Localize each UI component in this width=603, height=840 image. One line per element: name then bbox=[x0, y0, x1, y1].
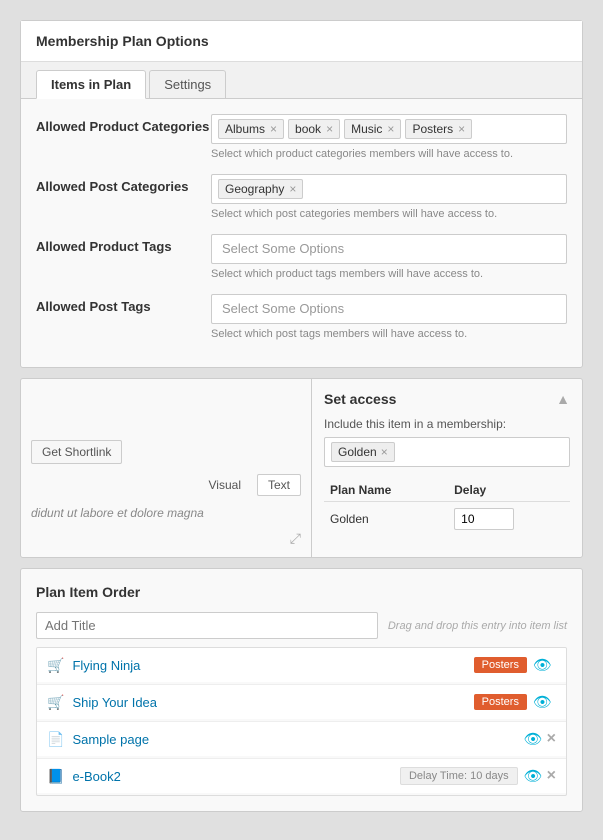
editor-content: didunt ut labore et dolore magna bbox=[31, 501, 301, 525]
remove-posters[interactable]: × bbox=[458, 123, 465, 135]
allowed-product-categories-row: Allowed Product Categories Albums × book… bbox=[36, 114, 567, 160]
tag-posters: Posters × bbox=[405, 119, 472, 139]
product-categories-tags[interactable]: Albums × book × Music × Posters × bbox=[211, 114, 567, 144]
membership-panel: Membership Plan Options Items in Plan Se… bbox=[20, 20, 583, 368]
drag-hint: Drag and drop this entry into item list bbox=[388, 620, 567, 632]
set-access-header: Set access ▲ bbox=[324, 391, 570, 407]
item-name-ebook2[interactable]: e-Book2 bbox=[72, 769, 400, 784]
allowed-post-tags-row: Allowed Post Tags Select Some Options Se… bbox=[36, 294, 567, 348]
book-icon-ebook2: 📘 bbox=[47, 768, 64, 785]
allowed-post-tags-label: Allowed Post Tags bbox=[36, 294, 211, 314]
plan-items-list: 🛒 Flying Ninja Posters 👁 🛒 Ship Your Ide… bbox=[36, 647, 567, 796]
plan-table: Plan Name Delay Golden bbox=[324, 479, 570, 536]
tab-settings[interactable]: Settings bbox=[149, 70, 226, 98]
set-access-title: Set access bbox=[324, 391, 396, 407]
allowed-product-tags-label: Allowed Product Tags bbox=[36, 234, 211, 254]
badge-posters-1: Posters bbox=[474, 657, 527, 673]
remove-albums[interactable]: × bbox=[270, 123, 277, 135]
allowed-post-categories-field: Geography × Select which post categories… bbox=[211, 174, 567, 220]
form-section: Allowed Product Categories Albums × book… bbox=[21, 99, 582, 367]
eye-icon-flying-ninja[interactable]: 👁 bbox=[533, 656, 552, 674]
tabs-bar: Items in Plan Settings bbox=[21, 62, 582, 99]
cart-icon-flying-ninja: 🛒 bbox=[47, 657, 64, 674]
remove-geography[interactable]: × bbox=[289, 183, 296, 195]
post-categories-hint: Select which post categories members wil… bbox=[211, 208, 567, 220]
eye-icon-ship-your-idea[interactable]: 👁 bbox=[533, 693, 552, 711]
allowed-product-tags-row: Allowed Product Tags Select Some Options… bbox=[36, 234, 567, 280]
post-tags-select[interactable]: Select Some Options bbox=[211, 294, 567, 324]
close-icon-ebook2[interactable]: × bbox=[547, 767, 556, 785]
expand-icon-row: ⤢ bbox=[31, 530, 301, 547]
allowed-product-tags-field: Select Some Options Select which product… bbox=[211, 234, 567, 280]
plan-order-title: Plan Item Order bbox=[36, 584, 567, 600]
list-item: 🛒 Ship Your Idea Posters 👁 bbox=[37, 684, 566, 719]
collapse-set-access-button[interactable]: ▲ bbox=[556, 391, 570, 407]
expand-editor-icon[interactable]: ⤢ bbox=[290, 530, 301, 547]
allowed-product-categories-label: Allowed Product Categories bbox=[36, 114, 211, 134]
allowed-product-categories-field: Albums × book × Music × Posters × Select… bbox=[211, 114, 567, 160]
editor-left: Get Shortlink Visual Text didunt ut labo… bbox=[21, 379, 312, 557]
remove-music[interactable]: × bbox=[387, 123, 394, 135]
tab-text[interactable]: Text bbox=[257, 474, 301, 496]
badge-posters-2: Posters bbox=[474, 694, 527, 710]
delay-badge-ebook2: Delay Time: 10 days bbox=[400, 767, 518, 785]
plan-order-panel: Plan Item Order Drag and drop this entry… bbox=[20, 568, 583, 812]
plan-name-cell: Golden bbox=[324, 502, 448, 537]
allowed-post-tags-field: Select Some Options Select which post ta… bbox=[211, 294, 567, 348]
editor-tabs: Visual Text bbox=[31, 474, 301, 496]
post-tags-hint: Select which post tags members will have… bbox=[211, 328, 567, 340]
product-tags-hint: Select which product tags members will h… bbox=[211, 268, 567, 280]
tab-items-in-plan[interactable]: Items in Plan bbox=[36, 70, 146, 99]
list-item: 📄 Sample page 👁 × bbox=[37, 721, 566, 756]
tag-geography: Geography × bbox=[218, 179, 303, 199]
table-row: Golden bbox=[324, 502, 570, 537]
item-name-flying-ninja[interactable]: Flying Ninja bbox=[72, 658, 473, 673]
allowed-post-categories-label: Allowed Post Categories bbox=[36, 174, 211, 194]
add-title-row: Drag and drop this entry into item list bbox=[36, 612, 567, 639]
add-title-input[interactable] bbox=[36, 612, 378, 639]
list-item: 📘 e-Book2 Delay Time: 10 days 👁 × bbox=[37, 758, 566, 793]
membership-tag-golden-label: Golden bbox=[338, 445, 377, 459]
membership-tags-container[interactable]: Golden × bbox=[324, 437, 570, 467]
membership-tag-golden: Golden × bbox=[331, 442, 395, 462]
item-name-ship-your-idea[interactable]: Ship Your Idea bbox=[72, 695, 473, 710]
tag-music: Music × bbox=[344, 119, 401, 139]
delay-input-golden[interactable] bbox=[454, 508, 514, 530]
membership-panel-title: Membership Plan Options bbox=[21, 21, 582, 62]
post-categories-tags[interactable]: Geography × bbox=[211, 174, 567, 204]
tag-albums: Albums × bbox=[218, 119, 284, 139]
include-membership-label: Include this item in a membership: bbox=[324, 417, 570, 431]
item-name-sample-page[interactable]: Sample page bbox=[72, 732, 523, 747]
set-access-panel: Set access ▲ Include this item in a memb… bbox=[312, 379, 582, 557]
shortlink-button[interactable]: Get Shortlink bbox=[31, 440, 122, 464]
remove-book[interactable]: × bbox=[326, 123, 333, 135]
list-item: 🛒 Flying Ninja Posters 👁 bbox=[37, 648, 566, 682]
close-icon-sample-page[interactable]: × bbox=[547, 730, 556, 748]
page-icon-sample-page: 📄 bbox=[47, 731, 64, 748]
split-panel: Get Shortlink Visual Text didunt ut labo… bbox=[20, 378, 583, 558]
eye-icon-sample-page[interactable]: 👁 bbox=[524, 730, 543, 748]
tag-book: book × bbox=[288, 119, 340, 139]
delay-header: Delay bbox=[448, 479, 570, 502]
eye-icon-ebook2[interactable]: 👁 bbox=[524, 767, 543, 785]
allowed-post-categories-row: Allowed Post Categories Geography × Sele… bbox=[36, 174, 567, 220]
plan-name-header: Plan Name bbox=[324, 479, 448, 502]
tab-visual[interactable]: Visual bbox=[198, 474, 252, 496]
delay-cell bbox=[448, 502, 570, 537]
product-categories-hint: Select which product categories members … bbox=[211, 148, 567, 160]
cart-icon-ship-your-idea: 🛒 bbox=[47, 694, 64, 711]
product-tags-select[interactable]: Select Some Options bbox=[211, 234, 567, 264]
remove-golden-tag[interactable]: × bbox=[381, 445, 388, 459]
